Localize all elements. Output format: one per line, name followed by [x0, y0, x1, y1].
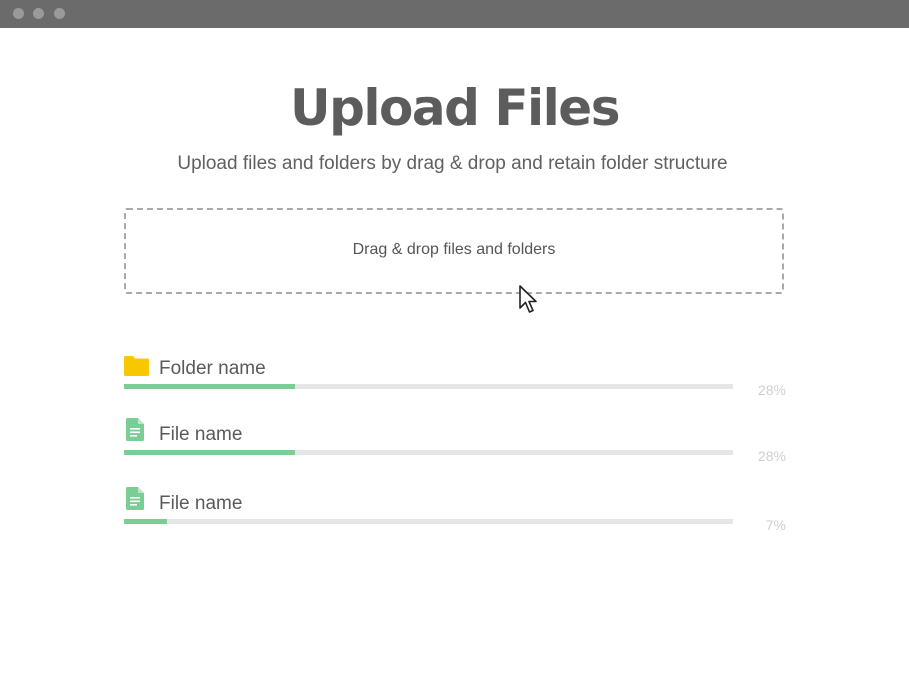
drop-zone-label: Drag & drop files and folders — [352, 241, 556, 258]
progress-bar — [124, 450, 733, 455]
window-dot-2[interactable] — [33, 8, 44, 19]
window-dot-3[interactable] — [54, 8, 65, 19]
upload-item: Folder name 28% — [124, 355, 789, 405]
upload-item-name: File name — [159, 424, 243, 445]
progress-percent: 28% — [757, 382, 786, 398]
page-title: Upload Files — [290, 79, 620, 137]
upload-item-name: Folder name — [159, 358, 266, 379]
progress-fill — [124, 450, 295, 455]
title-bar — [0, 0, 909, 28]
drop-zone[interactable]: Drag & drop files and folders — [124, 208, 784, 294]
progress-fill — [124, 384, 295, 389]
page-subtitle: Upload files and folders by drag & drop … — [177, 153, 728, 174]
folder-icon — [124, 356, 149, 376]
upload-item-name: File name — [159, 493, 243, 514]
mouse-pointer-icon — [519, 285, 537, 313]
progress-percent: 28% — [757, 448, 786, 464]
upload-window: Upload Files Upload files and folders by… — [0, 0, 909, 684]
upload-item: File name 28% — [124, 418, 789, 471]
progress-percent: 7% — [765, 517, 786, 533]
upload-item: File name 7% — [124, 487, 789, 540]
progress-bar — [124, 519, 733, 524]
file-icon — [126, 418, 144, 441]
progress-bar — [124, 384, 733, 389]
progress-fill — [124, 519, 167, 524]
window-dot-1[interactable] — [13, 8, 24, 19]
file-icon — [126, 487, 144, 510]
